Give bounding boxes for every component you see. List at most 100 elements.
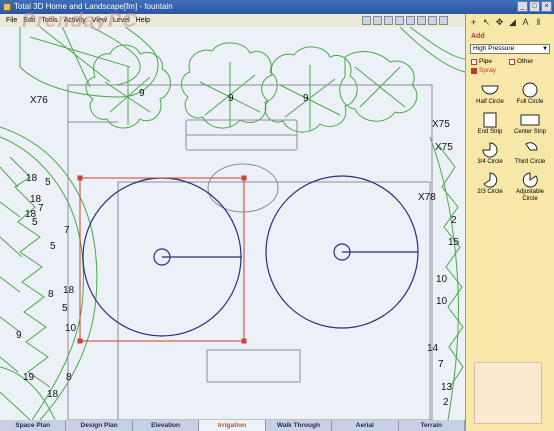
tool-icon[interactable] xyxy=(417,16,426,25)
sprinkler-full-circle[interactable]: Full Circle xyxy=(510,81,550,106)
sprinkler-two-thirds-circle[interactable]: 2/3 Circle xyxy=(470,171,510,203)
panel-toolbar: + ↖ ✥ ◢ A ‖ xyxy=(468,17,544,28)
irrigation-plan-drawing xyxy=(0,27,465,420)
tool-icon[interactable] xyxy=(406,16,415,25)
selection-box xyxy=(77,175,247,344)
menu-help[interactable]: Help xyxy=(136,14,150,27)
plant-label: X76 xyxy=(30,95,48,106)
tool-icon[interactable] xyxy=(439,16,448,25)
pipe-label: Pipe xyxy=(479,58,493,65)
end-strip-icon xyxy=(483,112,497,128)
plant-label: 2 xyxy=(443,397,449,408)
plant-label: 15 xyxy=(448,237,460,248)
terrain-icon[interactable]: ◢ xyxy=(507,17,518,28)
sprinkler-third-circle[interactable]: Third Circle xyxy=(510,141,550,166)
full-circle-icon xyxy=(522,82,538,98)
add-icon[interactable]: + xyxy=(468,17,479,28)
maximize-icon[interactable]: □ xyxy=(529,1,540,12)
view-tabs: Space Plan Design Plan Elevation Irrigat… xyxy=(0,420,465,431)
sprinkler-grid: Half Circle Full Circle End Strip Center… xyxy=(470,81,551,203)
sprinkler-end-strip[interactable]: End Strip xyxy=(470,111,510,136)
plant-label: 13 xyxy=(441,382,453,393)
plant-label: 5 xyxy=(45,177,51,188)
plant-label: 14 xyxy=(427,343,439,354)
tab-design-plan[interactable]: Design Plan xyxy=(66,420,133,431)
third-circle-icon xyxy=(525,142,538,151)
tab-terrain[interactable]: Terrain xyxy=(399,420,465,431)
plant-label: X78 xyxy=(418,192,436,203)
spray-checkbox[interactable] xyxy=(471,67,477,74)
plant-label: 8 xyxy=(48,289,54,300)
hedge-icon xyxy=(0,126,98,420)
minimize-icon[interactable]: _ xyxy=(517,1,528,12)
two-thirds-circle-icon xyxy=(483,172,498,188)
plant-label: 7 xyxy=(38,203,44,214)
plant-label: X75 xyxy=(435,142,453,153)
plant-label: 5 xyxy=(32,217,38,228)
shrub-icon xyxy=(85,44,171,129)
sprinkler-center-strip[interactable]: Center Strip xyxy=(510,111,550,136)
plant-label: 5 xyxy=(50,241,56,252)
pause-icon[interactable]: ‖ xyxy=(533,17,544,28)
other-label: Other xyxy=(517,58,534,65)
tool-icon[interactable] xyxy=(362,16,371,25)
pressure-value: High Pressure xyxy=(473,45,515,52)
window-controls: _ □ × xyxy=(517,1,552,12)
half-circle-icon xyxy=(481,85,499,95)
center-strip-icon xyxy=(520,114,540,126)
sprinkler-three-quarter-circle[interactable]: 3/4 Circle xyxy=(470,141,510,166)
plant-label: 7 xyxy=(64,225,70,236)
plant-label: 18 xyxy=(47,389,59,400)
text-icon[interactable]: A xyxy=(520,17,531,28)
app-icon xyxy=(3,3,11,11)
plant-label: 10 xyxy=(65,323,77,334)
tool-icon[interactable] xyxy=(428,16,437,25)
plant-label: 8 xyxy=(66,372,72,383)
plant-label: 9 xyxy=(16,330,22,341)
plant-label: 5 xyxy=(62,303,68,314)
tool-icon[interactable] xyxy=(384,16,393,25)
watermark: PrendayPC xyxy=(22,10,138,32)
tool-icon[interactable] xyxy=(395,16,404,25)
add-label: Add xyxy=(471,33,485,40)
plant-label: 2 xyxy=(451,215,457,226)
pressure-select[interactable]: High Pressure ▼ xyxy=(470,44,550,54)
tree-icon xyxy=(19,27,159,98)
close-icon[interactable]: × xyxy=(541,1,552,12)
toolbar xyxy=(362,14,465,27)
pipe-checkbox[interactable] xyxy=(471,58,477,65)
plant-label: 10 xyxy=(436,296,448,307)
other-option[interactable]: Other xyxy=(509,58,533,65)
spray-label: Spray xyxy=(479,67,496,74)
sprinkler-adjustable-circle[interactable]: Adjustable Circle xyxy=(510,171,550,203)
adjustable-circle-icon xyxy=(522,172,538,188)
shrub-icon xyxy=(339,51,418,122)
plant-label: 19 xyxy=(23,372,35,383)
plant-label: 9 xyxy=(228,93,234,104)
tab-aerial[interactable]: Aerial xyxy=(332,420,399,431)
move-icon[interactable]: ✥ xyxy=(494,17,505,28)
spray-option[interactable]: Spray xyxy=(471,67,496,74)
menu-file[interactable]: File xyxy=(6,14,17,27)
design-canvas[interactable]: X76 9 9 9 X75 X75 X78 18 5 18 7 18 5 7 5… xyxy=(0,27,465,420)
plant-label: 7 xyxy=(438,359,444,370)
three-quarter-circle-icon xyxy=(482,142,498,158)
plant-label: 9 xyxy=(303,93,309,104)
shrub-icon xyxy=(261,46,358,133)
plant-label: 18 xyxy=(26,173,38,184)
chevron-down-icon: ▼ xyxy=(542,46,548,52)
plant-label: 10 xyxy=(436,274,448,285)
other-checkbox[interactable] xyxy=(509,58,515,65)
tool-icon[interactable] xyxy=(373,16,382,25)
plant-label: X75 xyxy=(432,119,450,130)
pipe-option[interactable]: Pipe xyxy=(471,58,492,65)
plant-label: 9 xyxy=(139,88,145,99)
tab-walk-through[interactable]: Walk Through xyxy=(266,420,333,431)
sprinkler-half-circle[interactable]: Half Circle xyxy=(470,81,510,106)
tab-irrigation[interactable]: Irrigation xyxy=(199,420,266,431)
tab-elevation[interactable]: Elevation xyxy=(133,420,200,431)
logo-watermark xyxy=(474,362,542,424)
plant-label: 18 xyxy=(63,285,75,296)
tab-space-plan[interactable]: Space Plan xyxy=(0,420,67,431)
pointer-icon[interactable]: ↖ xyxy=(481,17,492,28)
